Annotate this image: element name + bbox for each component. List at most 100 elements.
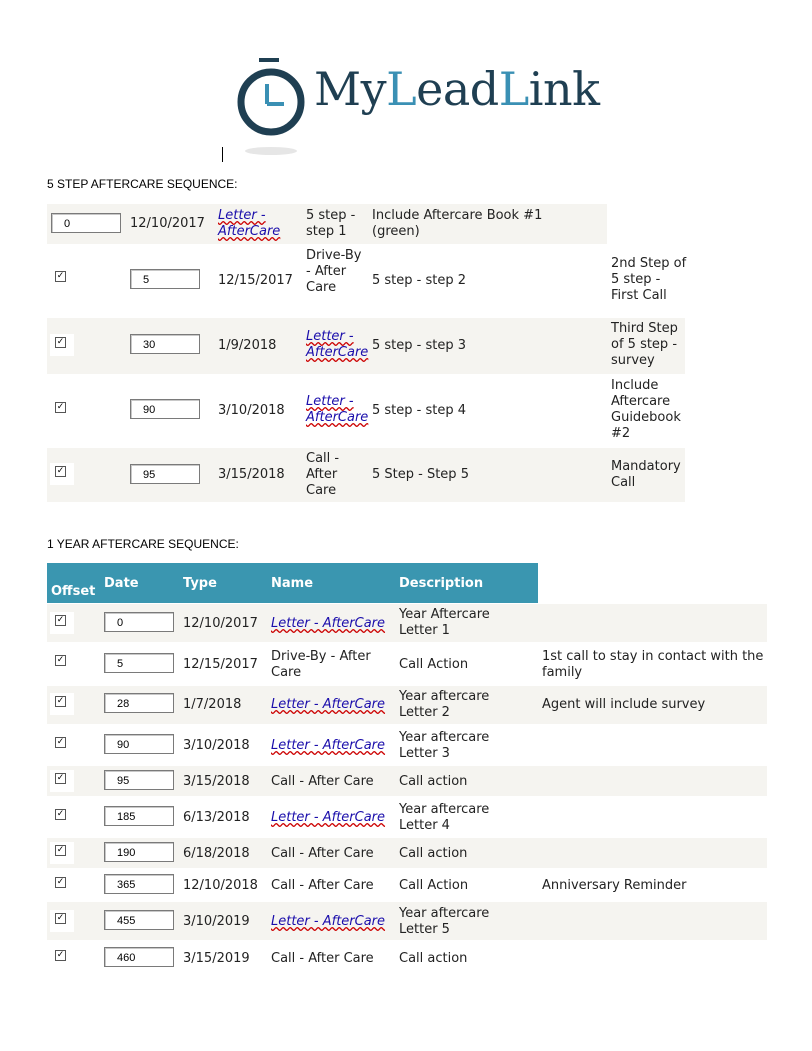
row-checkbox[interactable]: ✓ bbox=[50, 874, 74, 896]
offset-input[interactable]: 5 bbox=[130, 269, 200, 289]
checkmark-icon: ✓ bbox=[55, 773, 66, 784]
type-cell[interactable]: Letter - AfterCare bbox=[271, 810, 385, 826]
name-cell: 5 Step - Step 5 bbox=[372, 467, 469, 482]
name-cell: Call Action bbox=[399, 657, 469, 672]
checkmark-icon: ✓ bbox=[55, 402, 66, 413]
checkmark-icon: ✓ bbox=[55, 696, 66, 707]
logo-word-part: L bbox=[498, 62, 530, 116]
column-header-date: Date bbox=[104, 576, 139, 591]
row-checkbox[interactable]: ✓ bbox=[50, 734, 74, 756]
five-step-heading: 5 STEP AFTERCARE SEQUENCE: bbox=[47, 177, 238, 191]
date-cell: 3/15/2018 bbox=[218, 467, 285, 482]
offset-input[interactable]: 365 bbox=[104, 874, 174, 894]
row-checkbox[interactable]: ✓ bbox=[50, 806, 74, 828]
row-checkbox[interactable]: ✓ bbox=[50, 399, 74, 421]
row-checkbox[interactable]: ✓ bbox=[50, 693, 74, 715]
name-cell: Call action bbox=[399, 951, 468, 966]
offset-input[interactable]: 5 bbox=[104, 653, 174, 673]
type-link[interactable]: Letter - AfterCare bbox=[271, 616, 385, 631]
description-cell: 1st call to stay in contact with the fam… bbox=[542, 649, 764, 680]
row-checkbox[interactable]: ✓ bbox=[50, 268, 74, 290]
checkmark-icon: ✓ bbox=[55, 950, 66, 961]
offset-input[interactable]: 90 bbox=[104, 734, 174, 754]
type-cell: Call - After Care bbox=[271, 878, 374, 893]
offset-input[interactable]: 95 bbox=[104, 770, 174, 790]
checkmark-icon: ✓ bbox=[55, 337, 66, 348]
offset-input[interactable]: 30 bbox=[130, 334, 200, 354]
date-cell: 3/15/2019 bbox=[183, 951, 250, 966]
date-cell: 12/10/2018 bbox=[183, 878, 258, 893]
name-cell: Call Action bbox=[399, 878, 469, 893]
note-cell: 2nd Step of 5 step - First Call bbox=[611, 256, 687, 303]
type-cell[interactable]: Letter - AfterCare bbox=[306, 329, 368, 361]
checkmark-icon: ✓ bbox=[55, 466, 66, 477]
type-link[interactable]: Letter - AfterCare bbox=[271, 914, 385, 929]
type-cell: Call - After Care bbox=[271, 774, 374, 789]
name-cell: Year aftercare Letter 2 bbox=[399, 689, 490, 720]
date-cell: 3/15/2018 bbox=[183, 774, 250, 789]
type-cell: Call - After Care bbox=[271, 846, 374, 861]
date-cell: 12/10/2017 bbox=[183, 616, 258, 631]
checkmark-icon: ✓ bbox=[55, 809, 66, 820]
date-cell: 1/7/2018 bbox=[183, 697, 242, 712]
offset-input[interactable]: 190 bbox=[104, 842, 174, 862]
checkmark-icon: ✓ bbox=[55, 877, 66, 888]
row-checkbox[interactable]: ✓ bbox=[50, 612, 74, 634]
name-cell: 5 step - step 3 bbox=[372, 338, 467, 353]
type-cell[interactable]: Letter - AfterCare bbox=[271, 738, 385, 754]
note-cell: Include Aftercare Guidebook #2 bbox=[611, 378, 681, 441]
checkmark-icon: ✓ bbox=[55, 737, 66, 748]
logo-word-part: L bbox=[386, 62, 417, 116]
type-link[interactable]: Letter - AfterCare bbox=[271, 697, 385, 712]
offset-input[interactable]: 28 bbox=[104, 693, 174, 713]
offset-input[interactable]: 455 bbox=[104, 910, 174, 930]
row-checkbox[interactable]: ✓ bbox=[50, 652, 74, 674]
offset-input[interactable]: 185 bbox=[104, 806, 174, 826]
type-cell[interactable]: Letter - AfterCare bbox=[306, 394, 368, 426]
date-cell: 12/15/2017 bbox=[218, 273, 293, 288]
table-header: Offset Date Type Name Description bbox=[47, 563, 538, 603]
type-cell[interactable]: Letter - AfterCare bbox=[271, 616, 385, 632]
row-checkbox[interactable]: ✓ bbox=[50, 910, 74, 932]
column-header-offset: Offset bbox=[51, 584, 96, 599]
offset-input[interactable]: 90 bbox=[130, 399, 200, 419]
date-cell: 3/10/2019 bbox=[183, 914, 250, 929]
logo-word-part: ead bbox=[416, 62, 499, 116]
date-cell: 6/13/2018 bbox=[183, 810, 250, 825]
date-cell: 3/10/2018 bbox=[218, 403, 285, 418]
row-checkbox[interactable]: ✓ bbox=[50, 842, 74, 864]
checkmark-icon: ✓ bbox=[55, 913, 66, 924]
checkmark-icon: ✓ bbox=[55, 615, 66, 626]
description-cell: Include Aftercare Book #1 (green) bbox=[372, 208, 543, 239]
date-cell: 3/10/2018 bbox=[183, 738, 250, 753]
type-link[interactable]: Letter - AfterCare bbox=[271, 810, 385, 825]
offset-input[interactable]: 95 bbox=[130, 464, 200, 484]
offset-input[interactable]: 0 bbox=[51, 213, 121, 233]
checkmark-icon: ✓ bbox=[55, 271, 66, 282]
type-link[interactable]: Letter - AfterCare bbox=[271, 738, 385, 753]
type-cell[interactable]: Letter - AfterCare bbox=[271, 914, 385, 930]
column-header-description: Description bbox=[399, 576, 484, 591]
description-cell: Anniversary Reminder bbox=[542, 878, 687, 893]
row-checkbox[interactable]: ✓ bbox=[50, 334, 74, 356]
date-cell: 12/15/2017 bbox=[183, 657, 258, 672]
row-checkbox[interactable]: ✓ bbox=[50, 770, 74, 792]
text-cursor bbox=[222, 147, 223, 162]
name-cell: Year aftercare Letter 3 bbox=[399, 730, 490, 761]
row-checkbox[interactable]: ✓ bbox=[50, 463, 74, 485]
type-link[interactable]: Letter - AfterCare bbox=[306, 394, 368, 425]
name-cell: Call action bbox=[399, 774, 468, 789]
offset-input[interactable]: 0 bbox=[104, 612, 174, 632]
checkmark-icon: ✓ bbox=[55, 655, 66, 666]
type-cell[interactable]: Letter - AfterCare bbox=[271, 697, 385, 713]
column-header-name: Name bbox=[271, 576, 314, 591]
offset-input[interactable]: 460 bbox=[104, 947, 174, 967]
row-checkbox[interactable]: ✓ bbox=[50, 947, 74, 969]
logo: MyLeadLink bbox=[236, 58, 600, 158]
note-cell: Mandatory Call bbox=[611, 459, 681, 490]
date-cell: 1/9/2018 bbox=[218, 338, 277, 353]
type-link[interactable]: Letter - AfterCare bbox=[218, 208, 280, 239]
type-cell[interactable]: Letter - AfterCare bbox=[218, 208, 298, 240]
type-link[interactable]: Letter - AfterCare bbox=[306, 329, 368, 360]
type-cell: Call - After Care bbox=[271, 951, 374, 966]
